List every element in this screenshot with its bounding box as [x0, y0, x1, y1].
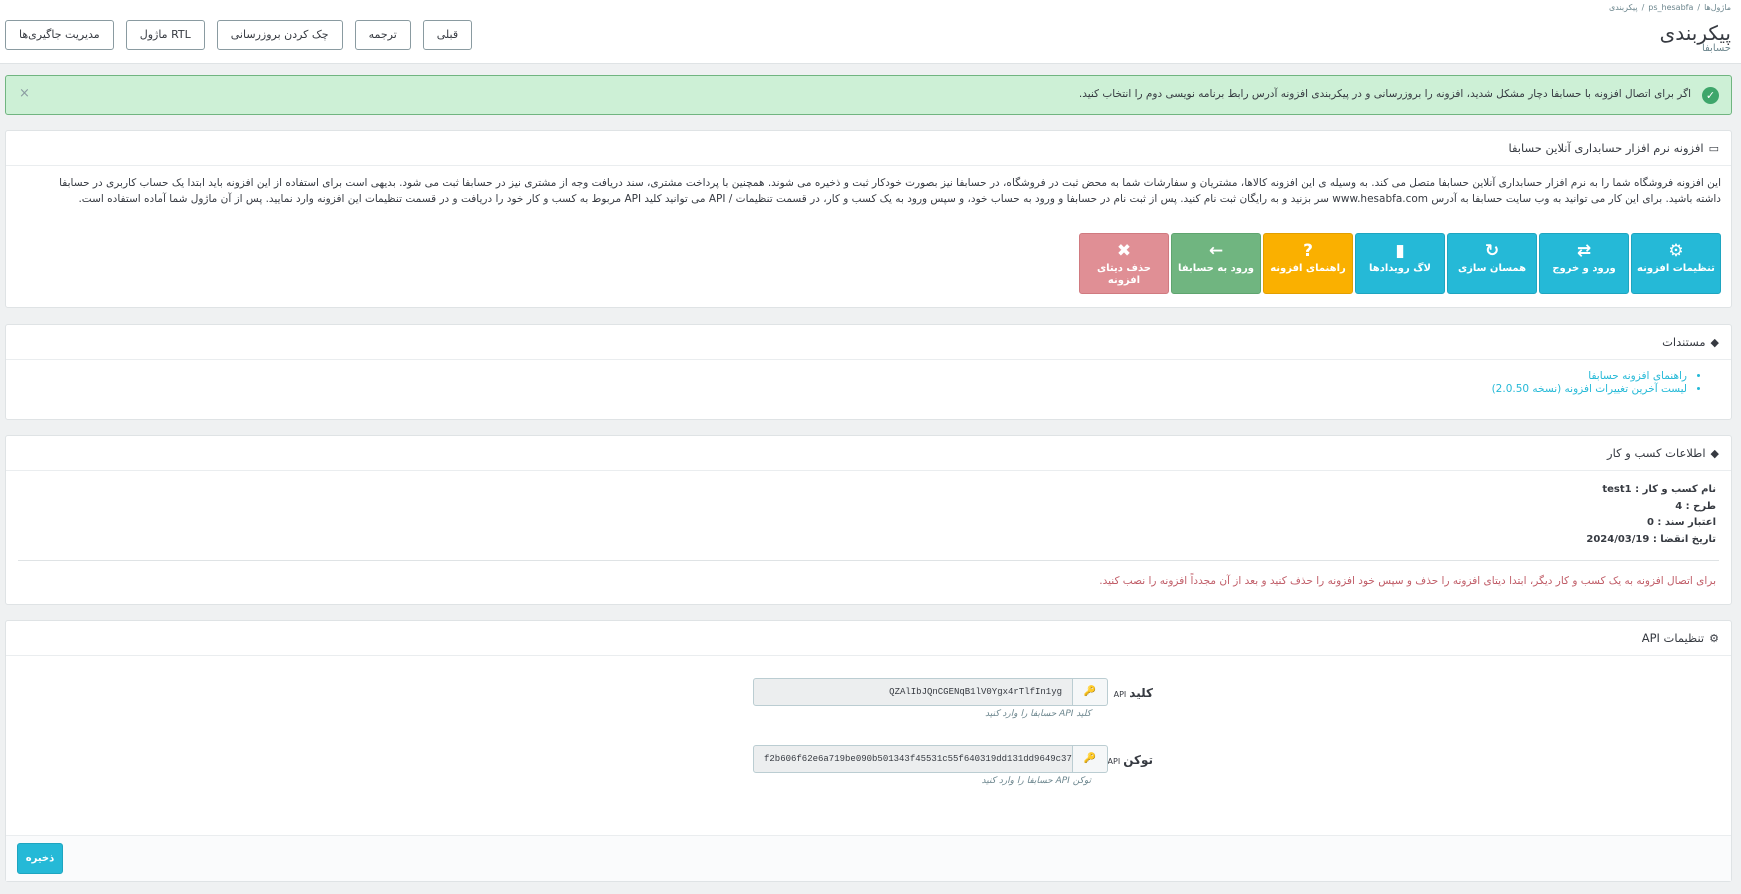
business-plan-row: طرح : 4: [1675, 501, 1716, 512]
key-icon: 🔑: [1073, 678, 1108, 706]
docs-panel-header: ◆ مستندات: [6, 325, 1731, 360]
api-token-label: توکنAPI: [1107, 753, 1153, 767]
api-token-row: توکنAPI f2b606f62e6a719be090b501343f4553…: [6, 745, 1731, 815]
business-panel: ◆ اطلاعات کسب و کار نام کسب و کار : test1…: [5, 435, 1732, 605]
check-circle-icon: ✓: [1702, 87, 1719, 104]
rtl-module-button[interactable]: ماژول RTL: [125, 20, 205, 50]
check-update-button[interactable]: چک کردن بروزرسانی: [216, 20, 343, 50]
close-icon: ✖: [1116, 241, 1132, 261]
api-panel: ⚙ تنظیمات API کلیدAPI QZAlIbJQnCGENqB1lV0…: [5, 620, 1732, 882]
api-key-label: کلیدAPI: [1113, 686, 1153, 700]
settings-tile[interactable]: ⚙ تنظیمات افزونه: [1631, 233, 1721, 294]
action-tiles: ⚙ تنظیمات افزونه ⇄ ورود و خروج ↻ همسان سازی…: [1079, 233, 1721, 294]
success-alert: ✓ اگر برای اتصال افزونه با حسابفا دچار م…: [5, 75, 1732, 115]
log-tile[interactable]: ▮ لاگ رویدادها: [1355, 233, 1445, 294]
breadcrumb-current: پیکربندی: [1608, 3, 1638, 12]
breadcrumb-module[interactable]: ps_hesabfa: [1648, 3, 1693, 12]
api-key-row: کلیدAPI QZAlIbJQnCGENqB1lV0Ygx4rTlfIn1yg…: [6, 678, 1731, 748]
close-icon[interactable]: ×: [19, 86, 30, 101]
question-icon: ?: [1303, 241, 1313, 261]
import-export-tile[interactable]: ⇄ ورود و خروج: [1539, 233, 1629, 294]
api-panel-header: ⚙ تنظیمات API: [6, 621, 1731, 656]
exchange-icon: ⇄: [1576, 241, 1592, 261]
business-warning: برای اتصال افزونه به یک کسب و کار دیگر، …: [1099, 575, 1716, 587]
docs-list: راهنمای افزونه حسابفا لیست آخرین تغییرات…: [1492, 370, 1701, 396]
gear-icon: ⚙: [1668, 241, 1684, 261]
page-subtitle: حسابفا: [1701, 43, 1731, 54]
business-panel-header: ◆ اطلاعات کسب و کار: [6, 436, 1731, 471]
cogs-icon: ⚙: [1709, 632, 1719, 645]
api-title: تنظیمات API: [1641, 631, 1705, 645]
sync-icon: ↻: [1484, 241, 1500, 261]
intro-description: این افزونه فروشگاه شما را به نرم افزار ح…: [59, 177, 1721, 205]
sync-tile[interactable]: ↻ همسان سازی: [1447, 233, 1537, 294]
api-token-help: توکن API حسابفا را وارد کنید: [981, 776, 1091, 786]
help-tile[interactable]: ? راهنمای افزونه: [1263, 233, 1353, 294]
api-key-input[interactable]: QZAlIbJQnCGENqB1lV0Ygx4rTlfIn1yg: [753, 678, 1073, 706]
business-expiry-row: تاریخ انقضا : 2024/03/19: [1586, 534, 1716, 545]
delete-data-tile[interactable]: ✖ حذف دیتای افزونه: [1079, 233, 1169, 294]
intro-panel: ▭ افزونه نرم افزار حسابداری آنلاین حسابفا…: [5, 130, 1732, 308]
tag-icon: ◆: [1710, 336, 1719, 349]
api-token-group: f2b606f62e6a719be090b501343f45531c55f640…: [753, 745, 1108, 773]
manage-hooks-button[interactable]: مدیریت جاگیری‌ها: [5, 20, 114, 50]
tag-icon: ◆: [1710, 447, 1719, 460]
toolbar: مدیریت جاگیری‌ها ماژول RTL چک کردن بروزر…: [5, 20, 473, 50]
doc-link-guide[interactable]: راهنمای افزونه حسابفا: [1492, 370, 1687, 383]
arrow-left-icon: ←: [1208, 241, 1224, 261]
key-icon: 🔑: [1073, 745, 1108, 773]
credit-card-icon: ▭: [1708, 142, 1719, 155]
api-key-group: QZAlIbJQnCGENqB1lV0Ygx4rTlfIn1yg 🔑: [753, 678, 1108, 706]
save-button[interactable]: ذخیره: [17, 843, 63, 874]
breadcrumb: ماژول‌ها/ps_hesabfa/پیکربندی: [1608, 3, 1731, 12]
business-title: اطلاعات کسب و کار: [1607, 446, 1706, 460]
page-header: ماژول‌ها/ps_hesabfa/پیکربندی پیکربندی حس…: [0, 0, 1741, 64]
divider: [18, 560, 1719, 561]
intro-panel-header: ▭ افزونه نرم افزار حسابداری آنلاین حسابفا: [6, 131, 1731, 166]
api-panel-footer: ذخیره: [6, 835, 1731, 881]
docs-title: مستندات: [1662, 335, 1706, 349]
business-name-row: نام کسب و کار : test1: [1602, 484, 1716, 495]
file-icon: ▮: [1395, 241, 1405, 261]
business-credit-row: اعتبار سند : 0: [1646, 517, 1716, 528]
login-hesabfa-tile[interactable]: ← ورود به حسابفا: [1171, 233, 1261, 294]
intro-title: افزونه نرم افزار حسابداری آنلاین حسابفا: [1508, 141, 1704, 155]
docs-panel: ◆ مستندات راهنمای افزونه حسابفا لیست آخری…: [5, 324, 1732, 420]
translate-button[interactable]: ترجمه: [354, 20, 411, 50]
api-token-input[interactable]: f2b606f62e6a719be090b501343f45531c55f640…: [753, 745, 1073, 773]
back-button[interactable]: قبلی: [422, 20, 473, 50]
doc-link-changelog[interactable]: لیست آخرین تغییرات افزونه (نسخه 2.0.50): [1492, 383, 1687, 396]
api-key-help: کلید API حسابفا را وارد کنید: [985, 709, 1091, 719]
breadcrumb-modules[interactable]: ماژول‌ها: [1704, 3, 1731, 12]
alert-text: اگر برای اتصال افزونه با حسابفا دچار مشک…: [1078, 88, 1691, 100]
